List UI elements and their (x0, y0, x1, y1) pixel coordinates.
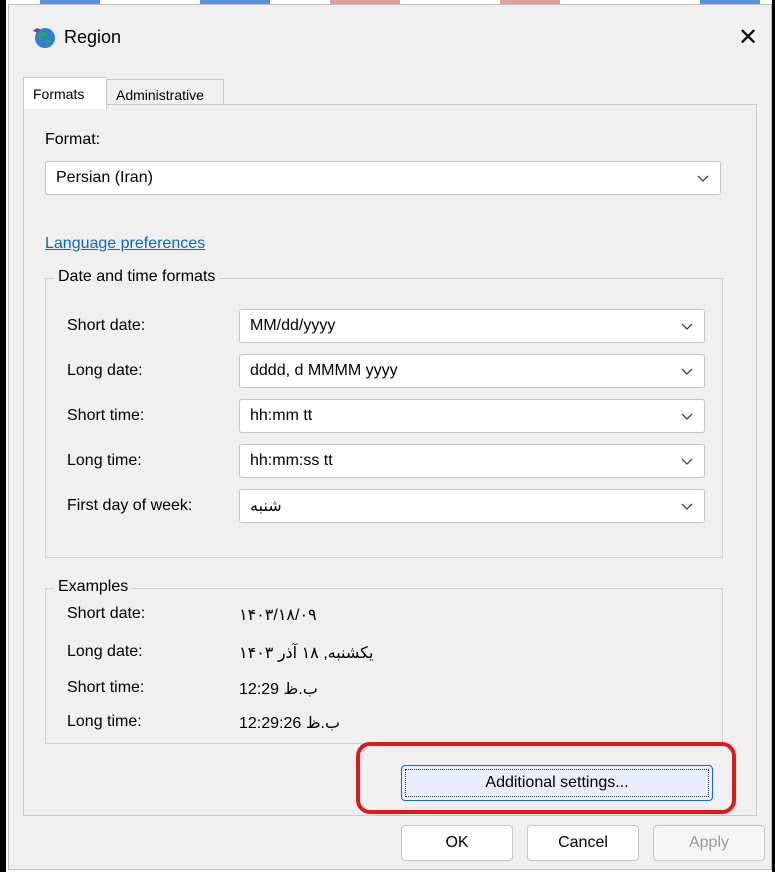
short-time-value: hh:mm tt (250, 407, 313, 424)
ok-button[interactable]: OK (401, 825, 513, 861)
short-time-dropdown[interactable]: hh:mm tt (239, 399, 705, 433)
chevron-down-icon (681, 458, 693, 465)
long-date-value: dddd, d MMMM yyyy (250, 362, 398, 379)
first-day-label: First day of week: (67, 497, 193, 514)
tab-formats[interactable]: Formats (23, 77, 107, 109)
group-title: Examples (54, 578, 133, 596)
example-long-date-value: یکشنبه, ۱۸ آذر ۱۴۰۳ (239, 645, 374, 662)
chevron-down-icon (681, 503, 693, 510)
window-title: Region (64, 27, 122, 47)
example-short-time-value: 12:29 ب.ظ (239, 681, 318, 698)
close-icon[interactable]: ✕ (725, 17, 771, 57)
short-time-label: Short time: (67, 407, 145, 424)
example-short-date-label: Short date: (67, 605, 146, 622)
chevron-down-icon (681, 323, 693, 330)
format-label: Format: (45, 131, 101, 148)
background-frame (0, 0, 6, 872)
title-bar: Region ✕ (9, 5, 771, 65)
example-short-time-label: Short time: (67, 679, 145, 696)
short-date-label: Short date: (67, 317, 146, 334)
example-long-date-label: Long date: (67, 643, 143, 660)
short-date-dropdown[interactable]: MM/dd/yyyy (239, 309, 705, 343)
chevron-down-icon (697, 175, 709, 182)
region-dialog: Region ✕ Formats Administrative Format: … (8, 4, 772, 870)
long-time-value: hh:mm:ss tt (250, 452, 333, 469)
group-title: Date and time formats (54, 268, 220, 286)
language-preferences-link[interactable]: Language preferences (45, 235, 205, 253)
first-day-dropdown[interactable]: شنبه (239, 489, 705, 523)
long-date-label: Long date: (67, 362, 143, 379)
first-day-value: شنبه (250, 498, 282, 515)
globe-icon (33, 28, 55, 48)
examples-group: Examples (45, 578, 723, 744)
long-time-dropdown[interactable]: hh:mm:ss tt (239, 444, 705, 478)
chevron-down-icon (681, 413, 693, 420)
example-long-time-label: Long time: (67, 713, 142, 730)
chevron-down-icon (681, 368, 693, 375)
apply-button[interactable]: Apply (653, 825, 765, 861)
cancel-button[interactable]: Cancel (527, 825, 639, 861)
example-short-date-value: ۱۴۰۳/۱۸/۰۹ (239, 607, 317, 624)
example-long-time-value: 12:29:26 ب.ظ (239, 715, 341, 732)
format-dropdown[interactable]: Persian (Iran) (45, 161, 721, 195)
highlight-annotation (356, 742, 736, 814)
format-value: Persian (Iran) (56, 169, 153, 186)
long-time-label: Long time: (67, 452, 142, 469)
short-date-value: MM/dd/yyyy (250, 317, 336, 334)
long-date-dropdown[interactable]: dddd, d MMMM yyyy (239, 354, 705, 388)
